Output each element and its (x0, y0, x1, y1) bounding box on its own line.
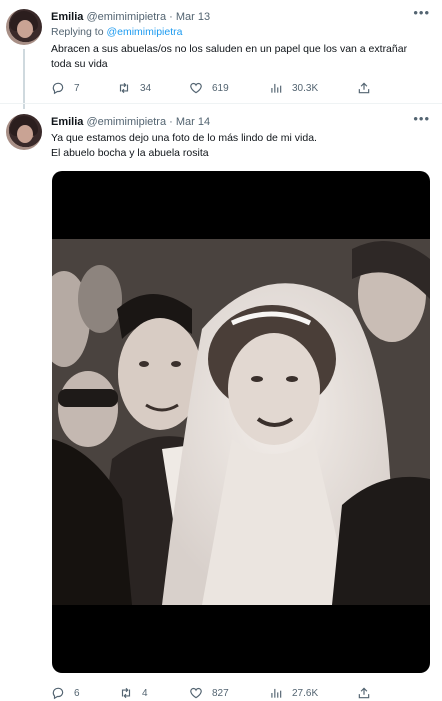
share-upload-icon (357, 686, 371, 700)
tweet-text-line: El abuelo bocha y la abuela rosita (51, 147, 209, 159)
bar-chart-icon (269, 686, 283, 700)
reply-button[interactable]: 7 (51, 80, 80, 96)
reply-button[interactable]: 6 (51, 685, 80, 701)
photo-illustration (52, 239, 430, 605)
like-button[interactable]: 619 (189, 80, 229, 96)
retweet-count: 4 (142, 687, 148, 699)
reply-count: 7 (74, 82, 80, 94)
tweet-photo[interactable] (52, 171, 430, 673)
avatar[interactable] (6, 9, 42, 45)
views-button[interactable]: 30.3K (269, 80, 318, 96)
share-button[interactable] (357, 80, 380, 96)
avatar-face (17, 125, 33, 143)
avatar-face (17, 20, 33, 38)
tweet-header: Emilia @emimimipietra · Mar 14 (51, 114, 210, 130)
reply-count: 6 (74, 687, 80, 699)
separator-dot: · (169, 11, 173, 23)
vintage-wedding-photo (52, 239, 430, 605)
reply-bubble-icon (51, 81, 65, 95)
retweet-arrows-icon (117, 81, 131, 95)
like-button[interactable]: 827 (189, 685, 229, 701)
replying-to-label: Replying to (51, 26, 104, 38)
replying-to-link[interactable]: @emimimipietra (106, 26, 182, 38)
views-button[interactable]: 27.6K (269, 685, 318, 701)
tweet-header: Emilia @emimimipietra · Mar 13 (51, 9, 210, 25)
retweet-count: 34 (140, 82, 152, 94)
heart-icon (189, 686, 203, 700)
share-button[interactable] (357, 685, 380, 701)
tweet-text-line: Ya que estamos dejo una foto de lo más l… (51, 132, 317, 144)
tweet-second[interactable]: Emilia @emimimipietra · Mar 14 ••• Ya qu… (0, 104, 442, 701)
retweet-arrows-icon (119, 686, 133, 700)
tweet-date[interactable]: Mar 14 (176, 116, 210, 128)
views-count: 30.3K (292, 82, 319, 94)
heart-icon (189, 81, 203, 95)
tweet-text: Abracen a sus abuelas/os no los saluden … (51, 43, 408, 70)
like-count: 619 (212, 82, 229, 94)
like-count: 827 (212, 687, 229, 699)
retweet-button[interactable]: 34 (117, 80, 151, 96)
reply-bubble-icon (51, 686, 65, 700)
avatar[interactable] (6, 114, 42, 150)
thread-connector-line (23, 49, 25, 109)
more-options-icon[interactable]: ••• (413, 111, 430, 127)
display-name[interactable]: Emilia (51, 11, 83, 23)
replying-to: Replying to @emimimipietra (51, 25, 182, 40)
tweet-first[interactable]: Emilia @emimimipietra · Mar 13 ••• Reply… (0, 0, 442, 109)
share-upload-icon (357, 81, 371, 95)
tweet-actions: 7 34 619 30.3K (51, 80, 381, 96)
tweet-actions: 6 4 827 27.6K (51, 685, 381, 701)
bar-chart-icon (269, 81, 283, 95)
user-handle[interactable]: @emimimipietra (86, 11, 166, 23)
retweet-button[interactable]: 4 (119, 685, 148, 701)
tweet-date[interactable]: Mar 13 (176, 11, 210, 23)
separator-dot: · (169, 116, 173, 128)
display-name[interactable]: Emilia (51, 116, 83, 128)
tweet-text: Ya que estamos dejo una foto de lo más l… (51, 131, 427, 161)
more-options-icon[interactable]: ••• (413, 5, 430, 21)
user-handle[interactable]: @emimimipietra (86, 116, 166, 128)
views-count: 27.6K (292, 687, 319, 699)
